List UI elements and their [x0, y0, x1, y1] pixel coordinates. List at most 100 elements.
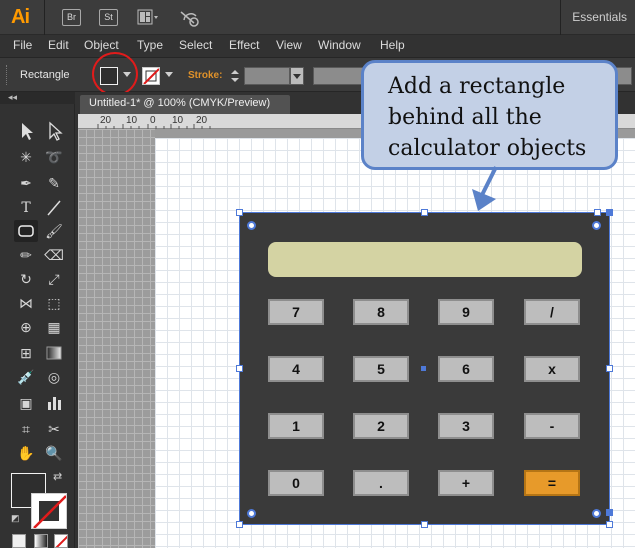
key-divide[interactable]: / — [524, 299, 580, 325]
corner-widget[interactable] — [247, 221, 256, 230]
illustrator-logo: Ai — [11, 6, 30, 28]
corner-widget[interactable] — [592, 509, 601, 518]
selection-handle[interactable] — [606, 509, 613, 516]
pencil-tool-icon[interactable]: ✏ — [14, 244, 38, 266]
selection-handle[interactable] — [421, 521, 428, 528]
arrange-documents-icon[interactable] — [137, 9, 159, 26]
stroke-weight-dropdown[interactable] — [290, 67, 304, 85]
corner-widget[interactable] — [592, 221, 601, 230]
magic-wand-tool-icon[interactable]: ✳ — [14, 146, 38, 168]
stroke-weight-stepper[interactable] — [228, 67, 242, 85]
perspective-grid-tool-icon[interactable]: ▦ — [42, 316, 66, 338]
collapse-icon[interactable]: ◂◂ — [8, 92, 17, 103]
mesh-tool-icon[interactable]: ⊞ — [14, 342, 38, 364]
calculator-display[interactable] — [268, 242, 582, 277]
zoom-tool-icon[interactable]: 🔍 — [42, 442, 66, 464]
selection-handle[interactable] — [236, 521, 243, 528]
stroke-color-swatch[interactable] — [142, 67, 160, 85]
divider — [560, 0, 561, 35]
curvature-tool-icon[interactable]: ✎ — [42, 172, 66, 194]
selection-handle[interactable] — [606, 209, 613, 216]
corner-widget[interactable] — [247, 509, 256, 518]
chevron-down-icon[interactable] — [165, 72, 173, 77]
swap-fill-stroke-icon[interactable]: ⇄ — [53, 470, 62, 483]
key-3[interactable]: 3 — [438, 413, 494, 439]
width-tool-icon[interactable]: ⋈ — [14, 292, 38, 314]
key-7[interactable]: 7 — [268, 299, 324, 325]
document-tab[interactable]: Untitled-1* @ 100% (CMYK/Preview) — [80, 95, 290, 114]
selection-tool-icon[interactable] — [14, 120, 38, 142]
menu-select[interactable]: Select — [179, 38, 212, 52]
color-mode-icon[interactable] — [12, 534, 26, 548]
tools-panel-header[interactable]: ◂◂ — [0, 92, 75, 104]
stroke-weight-field[interactable] — [244, 67, 290, 85]
menu-help[interactable]: Help — [380, 38, 405, 52]
direct-selection-tool-icon[interactable] — [42, 120, 66, 142]
rotate-tool-icon[interactable]: ↻ — [14, 268, 38, 290]
lasso-tool-icon[interactable]: ➰ — [42, 146, 66, 168]
gradient-tool-icon[interactable] — [42, 342, 66, 364]
free-transform-tool-icon[interactable]: ⬚ — [42, 292, 66, 314]
rectangle-tool-icon[interactable] — [14, 220, 38, 242]
selection-handle[interactable] — [236, 209, 243, 216]
blend-tool-icon[interactable]: ◎ — [42, 366, 66, 388]
key-1[interactable]: 1 — [268, 413, 324, 439]
symbol-sprayer-tool-icon[interactable]: ▣ — [14, 392, 38, 414]
key-minus[interactable]: - — [524, 413, 580, 439]
default-fill-stroke-icon[interactable]: ◩ — [11, 513, 20, 524]
key-9[interactable]: 9 — [438, 299, 494, 325]
slice-tool-icon[interactable]: ✂ — [42, 418, 66, 440]
selection-handle[interactable] — [606, 365, 613, 372]
key-plus[interactable]: + — [438, 470, 494, 496]
key-decimal[interactable]: . — [353, 470, 409, 496]
stroke-label[interactable]: Stroke: — [188, 70, 222, 81]
shape-builder-tool-icon[interactable]: ⊕ — [14, 316, 38, 338]
gpu-performance-icon[interactable] — [178, 8, 202, 28]
tools-panel: ◂◂ ✳ ➰ ✒ ✎ T 🖌 ✏ ⌫ ↻ ⤢ ⋈ ⬚ ⊕ ▦ ⊞ 💉 ◎ ▣ ⌗… — [0, 92, 75, 548]
eyedropper-tool-icon[interactable]: 💉 — [14, 366, 38, 388]
scale-tool-icon[interactable]: ⤢ — [42, 268, 66, 290]
none-mode-icon[interactable] — [54, 534, 68, 548]
selection-handle[interactable] — [594, 209, 601, 216]
pasteboard — [78, 129, 155, 548]
key-4[interactable]: 4 — [268, 356, 324, 382]
artboard-tool-icon[interactable]: ⌗ — [14, 418, 38, 440]
menu-file[interactable]: File — [13, 38, 32, 52]
key-2[interactable]: 2 — [353, 413, 409, 439]
menu-window[interactable]: Window — [318, 38, 361, 52]
menu-edit[interactable]: Edit — [48, 38, 69, 52]
panel-grip[interactable] — [6, 65, 9, 85]
type-tool-icon[interactable]: T — [14, 197, 38, 219]
stock-button[interactable]: St — [99, 9, 118, 26]
fill-highlight-circle — [92, 52, 138, 96]
key-8[interactable]: 8 — [353, 299, 409, 325]
application-bar: Ai Br St Essentials — [0, 0, 635, 35]
instruction-callout: Add a rectangle behind all the calculato… — [361, 60, 618, 170]
column-graph-tool-icon[interactable] — [42, 392, 66, 414]
paintbrush-tool-icon[interactable]: 🖌 — [42, 220, 66, 242]
key-multiply[interactable]: x — [524, 356, 580, 382]
eraser-tool-icon[interactable]: ⌫ — [42, 244, 66, 266]
workspace-switcher[interactable]: Essentials — [572, 10, 627, 24]
menu-type[interactable]: Type — [137, 38, 163, 52]
callout-text: Add a rectangle behind all the calculato… — [388, 74, 587, 161]
selection-handle[interactable] — [236, 365, 243, 372]
key-5[interactable]: 5 — [353, 356, 409, 382]
divider — [44, 0, 45, 35]
line-segment-tool-icon[interactable] — [42, 197, 66, 219]
menu-view[interactable]: View — [276, 38, 302, 52]
key-6[interactable]: 6 — [438, 356, 494, 382]
bridge-button[interactable]: Br — [62, 9, 81, 26]
selection-handle[interactable] — [421, 209, 428, 216]
gradient-mode-icon[interactable] — [34, 534, 48, 548]
selection-handle[interactable] — [606, 521, 613, 528]
color-mode-row — [12, 532, 72, 548]
pen-tool-icon[interactable]: ✒ — [14, 172, 38, 194]
stroke-color-box[interactable] — [31, 493, 67, 529]
chevron-down-icon — [293, 74, 301, 79]
menu-effect[interactable]: Effect — [229, 38, 259, 52]
menu-object[interactable]: Object — [84, 38, 119, 52]
key-equals[interactable]: = — [524, 470, 580, 496]
key-0[interactable]: 0 — [268, 470, 324, 496]
hand-tool-icon[interactable]: ✋ — [14, 442, 38, 464]
